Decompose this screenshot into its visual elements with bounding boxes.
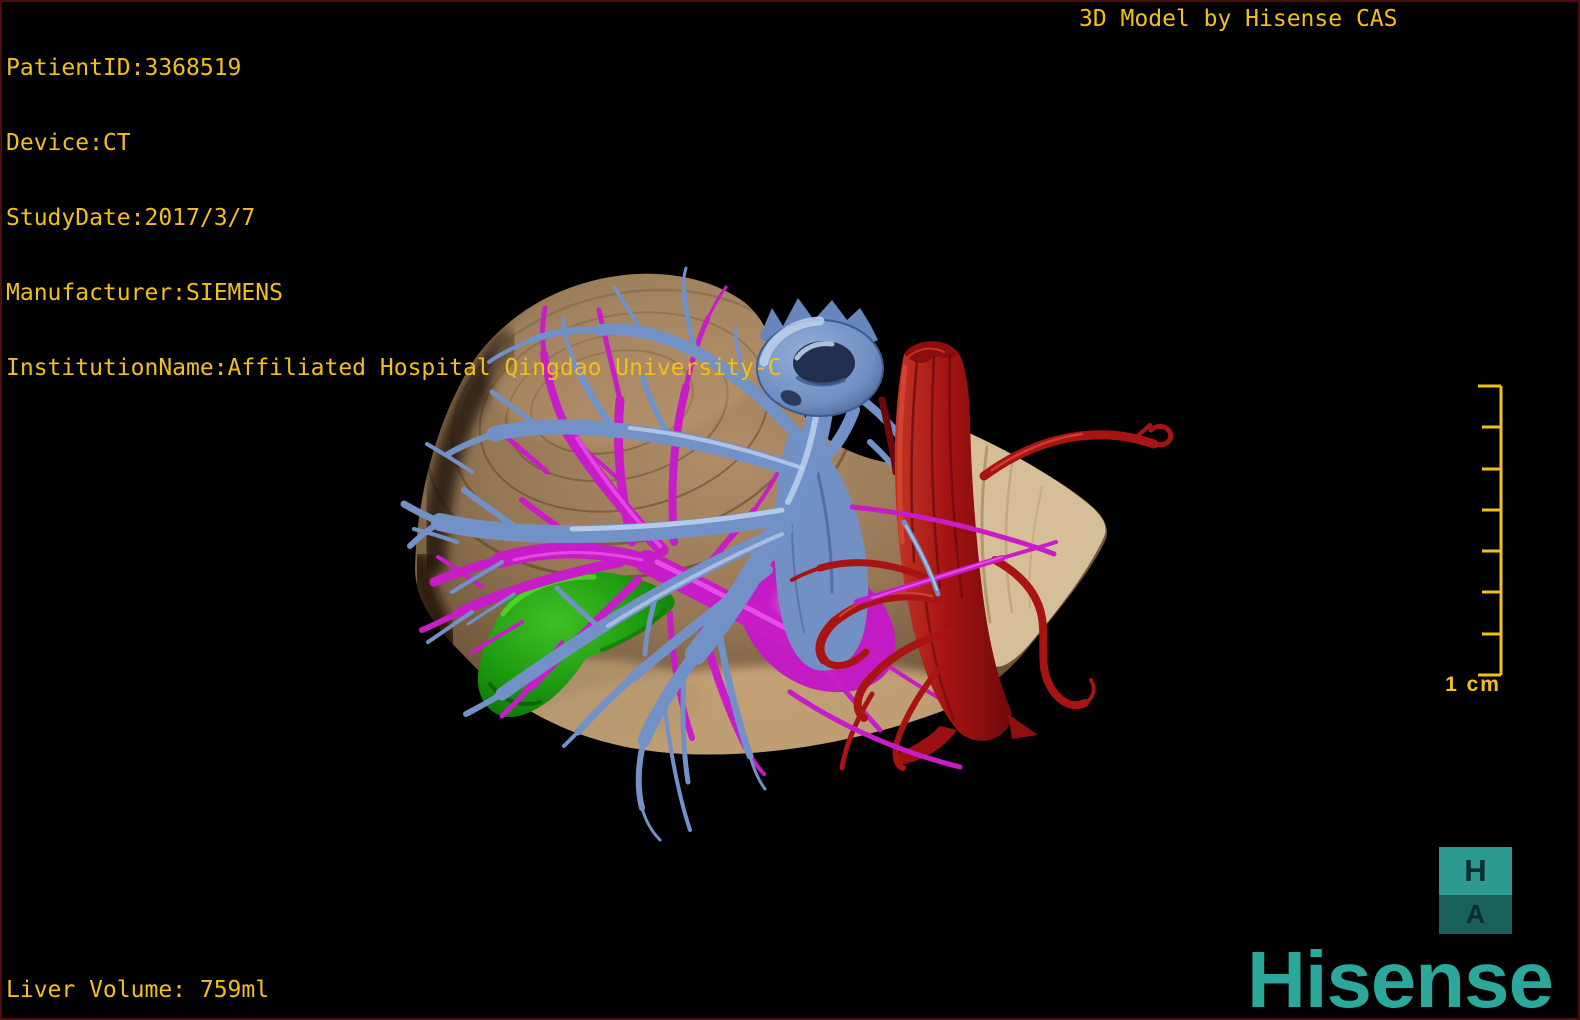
patient-info: PatientID:3368519 Device:CT StudyDate:20… xyxy=(6,6,781,431)
watermark-text: 3D Model by Hisense CAS xyxy=(1079,6,1398,32)
hisense-logo: Hisense xyxy=(1247,935,1554,1020)
patient-info-line: Manufacturer:SIEMENS xyxy=(6,280,283,306)
hisense-cas-badge: H A xyxy=(1439,847,1512,934)
badge-letter-h: H xyxy=(1439,847,1512,895)
badge-letter-a: A xyxy=(1439,895,1512,934)
patient-info-line: PatientID:3368519 xyxy=(6,55,242,81)
scale-bar xyxy=(1478,384,1503,677)
liver-volume-label: Liver Volume: 759ml xyxy=(6,977,270,1003)
3d-viewport[interactable]: PatientID:3368519 Device:CT StudyDate:20… xyxy=(0,0,1580,1020)
scale-bar-label: 1 cm xyxy=(1445,673,1501,696)
patient-info-line: StudyDate:2017/3/7 xyxy=(6,205,256,231)
patient-info-line: InstitutionName:Affiliated Hospital Qing… xyxy=(6,355,782,381)
patient-info-line: Device:CT xyxy=(6,130,131,156)
